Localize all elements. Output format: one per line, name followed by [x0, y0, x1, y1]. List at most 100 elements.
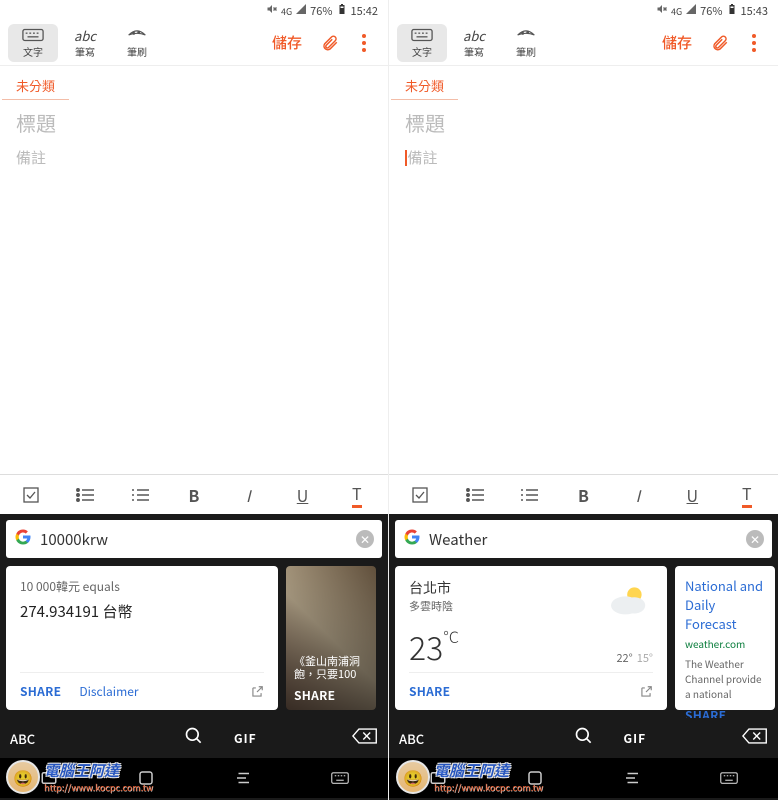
handwrite-mode-button[interactable]: abc 筆寫 — [449, 24, 499, 62]
title-input[interactable]: 標題 — [0, 100, 388, 143]
wc-title: National and Daily Forecast — [685, 576, 765, 633]
watermark: 😃 電腦王阿達 http://www.kocpc.com.tw — [396, 760, 543, 794]
currency-card[interactable]: 10 000韓元 equals 274.934191 台幣 SHARE Disc… — [6, 566, 278, 710]
weather-com-card[interactable]: National and Daily Forecast weather.com … — [675, 566, 775, 710]
italic-button[interactable]: I — [226, 477, 270, 513]
keyboard-bottom-row: ABC GIF — [0, 718, 388, 758]
keyboard-switch-button[interactable] — [720, 771, 738, 785]
keyboard-switch-button[interactable] — [331, 771, 349, 785]
battery-text: 76% — [310, 3, 332, 19]
category-chip[interactable]: 未分類 — [2, 66, 69, 100]
equals-line: 10 000韓元 equals — [20, 578, 264, 595]
share-button[interactable]: SHARE — [409, 683, 450, 700]
battery-icon — [726, 3, 738, 19]
network-icon: 4G — [671, 5, 682, 18]
open-icon[interactable] — [639, 680, 653, 704]
weather-card[interactable]: 台北市 多雲時陰 23°C 22°15° SHARE — [395, 566, 667, 710]
search-text: 10000krw — [40, 529, 348, 550]
watermark-avatar-icon: 😃 — [6, 760, 40, 794]
google-g-icon — [14, 527, 32, 551]
keyboard-area: Weather ✕ 台北市 多雲時陰 23°C 22°15° SHARE — [389, 514, 778, 800]
abc-key[interactable]: ABC — [399, 729, 455, 748]
bold-button[interactable]: B — [172, 477, 216, 513]
screen-right: 4G 76% 15:43 文字 abc 筆寫 筆刷 儲存 未分類 標題 備註 B… — [389, 0, 778, 800]
note-body[interactable] — [389, 172, 778, 474]
more-button[interactable] — [348, 27, 380, 59]
keyboard-icon — [22, 26, 44, 44]
palette-icon — [516, 26, 536, 44]
bullet-list-button[interactable] — [63, 477, 107, 513]
result-cards: 台北市 多雲時陰 23°C 22°15° SHARE National and … — [389, 558, 778, 718]
screen-left: 4G 76% 15:42 文字 abc 筆寫 筆刷 儲存 未分類 標題 備註 B… — [0, 0, 389, 800]
disclaimer-link[interactable]: Disclaimer — [79, 683, 138, 700]
battery-text: 76% — [700, 3, 722, 19]
signal-icon — [295, 3, 307, 19]
bullet-list-button[interactable] — [453, 477, 497, 513]
gif-key[interactable]: GIF — [234, 730, 257, 747]
share-button[interactable]: SHARE — [685, 707, 726, 718]
watermark-avatar-icon: 😃 — [396, 760, 430, 794]
bold-button[interactable]: B — [561, 477, 605, 513]
note-body[interactable] — [0, 172, 388, 474]
brush-mode-button[interactable]: 筆刷 — [501, 24, 551, 62]
abc-key[interactable]: ABC — [10, 729, 66, 748]
italic-button[interactable]: I — [616, 477, 660, 513]
save-button[interactable]: 儲存 — [652, 24, 702, 61]
google-g-icon — [403, 527, 421, 551]
category-chip[interactable]: 未分類 — [391, 66, 458, 100]
note-input[interactable]: 備註 — [0, 143, 388, 172]
mute-icon — [656, 3, 668, 19]
text-mode-button[interactable]: 文字 — [8, 24, 58, 62]
note-input[interactable]: 備註 — [389, 143, 778, 172]
battery-icon — [336, 3, 348, 19]
format-bar: B I U T — [389, 474, 778, 514]
text-color-button[interactable]: T — [335, 477, 379, 513]
title-input[interactable]: 標題 — [389, 100, 778, 143]
abc-icon: abc — [463, 26, 485, 44]
handwrite-mode-button[interactable]: abc 筆寫 — [60, 24, 110, 62]
attach-button[interactable] — [314, 27, 346, 59]
format-bar: B I U T — [0, 474, 388, 514]
gboard-search-row[interactable]: 10000krw ✕ — [6, 520, 382, 558]
underline-button[interactable]: U — [670, 477, 714, 513]
back-button[interactable] — [623, 769, 641, 787]
attach-button[interactable] — [704, 27, 736, 59]
open-icon[interactable] — [250, 680, 264, 704]
brush-mode-button[interactable]: 筆刷 — [112, 24, 162, 62]
keyboard-area: 10000krw ✕ 10 000韓元 equals 274.934191 台幣… — [0, 514, 388, 800]
more-button[interactable] — [738, 27, 770, 59]
signal-icon — [685, 3, 697, 19]
note-toolbar: 文字 abc 筆寫 筆刷 儲存 — [389, 20, 778, 66]
checklist-button[interactable] — [9, 477, 53, 513]
keyboard-icon — [411, 26, 433, 44]
search-key[interactable] — [574, 726, 594, 751]
save-button[interactable]: 儲存 — [262, 24, 312, 61]
clear-search-button[interactable]: ✕ — [356, 530, 374, 548]
gif-key[interactable]: GIF — [624, 730, 647, 747]
converted-value: 274.934191 台幣 — [20, 601, 264, 622]
back-button[interactable] — [234, 769, 252, 787]
clear-search-button[interactable]: ✕ — [746, 530, 764, 548]
status-bar: 4G 76% 15:43 — [389, 0, 778, 20]
image-result-card[interactable]: 《釜山南浦洞飽，只要100 SHARE — [286, 566, 376, 710]
wc-desc: The Weather Channel provide a national — [685, 656, 765, 701]
share-button[interactable]: SHARE — [294, 687, 368, 704]
mute-icon — [266, 3, 278, 19]
backspace-key[interactable] — [352, 726, 378, 750]
share-button[interactable]: SHARE — [20, 683, 61, 700]
number-list-button[interactable] — [118, 477, 162, 513]
abc-icon: abc — [74, 26, 96, 44]
search-text: Weather — [429, 529, 738, 550]
checklist-button[interactable] — [398, 477, 442, 513]
clock-text: 15:43 — [741, 3, 768, 19]
text-color-button[interactable]: T — [725, 477, 769, 513]
weather-hi-lo: 22°15° — [616, 650, 653, 666]
number-list-button[interactable] — [507, 477, 551, 513]
palette-icon — [127, 26, 147, 44]
underline-button[interactable]: U — [281, 477, 325, 513]
backspace-key[interactable] — [742, 726, 768, 750]
gboard-search-row[interactable]: Weather ✕ — [395, 520, 772, 558]
watermark: 😃 電腦王阿達 http://www.kocpc.com.tw — [6, 760, 153, 794]
search-key[interactable] — [184, 726, 204, 751]
text-mode-button[interactable]: 文字 — [397, 24, 447, 62]
